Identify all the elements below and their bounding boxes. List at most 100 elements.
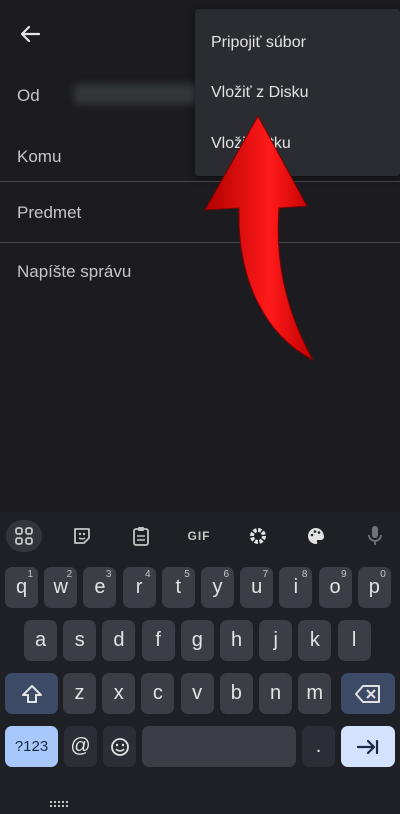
key-c-label: c [152, 682, 163, 704]
mic-icon [368, 526, 382, 545]
key-r-hint: 4 [145, 569, 151, 580]
key-f-label: f [155, 629, 161, 651]
period-key-label: . [315, 735, 322, 757]
to-label: Komu [17, 147, 62, 166]
key-w-hint: 2 [66, 569, 73, 580]
key-b-label: b [230, 682, 242, 704]
key-s[interactable]: s [63, 620, 97, 661]
subject-placeholder: Predmet [17, 203, 82, 222]
body-placeholder: Napíšte správu [17, 262, 132, 281]
period-key[interactable]: . [302, 726, 335, 767]
key-t-hint: 5 [184, 569, 190, 580]
key-d[interactable]: d [102, 620, 136, 661]
clipboard-icon [133, 527, 149, 546]
key-d-label: d [113, 629, 125, 651]
key-e-label: e [94, 576, 106, 598]
key-u-hint: 7 [262, 569, 269, 580]
keyboard-switch-icon[interactable] [49, 800, 69, 810]
key-i-label: i [293, 576, 299, 598]
gif-button[interactable]: GIF [182, 520, 216, 552]
key-m[interactable]: m [298, 673, 332, 714]
gear-icon [250, 528, 266, 544]
shift-icon [21, 684, 42, 703]
key-q[interactable]: q1 [5, 567, 38, 608]
key-a-label: a [34, 629, 47, 651]
palette-icon [308, 528, 324, 544]
key-v-label: v [192, 682, 203, 704]
keyboard-toolbar: GIF [0, 512, 400, 560]
key-p-hint: 0 [380, 569, 386, 580]
key-f[interactable]: f [141, 620, 175, 661]
key-x[interactable]: x [102, 673, 136, 714]
key-g[interactable]: g [180, 620, 214, 661]
key-e-hint: 3 [105, 569, 112, 580]
key-s-label: s [74, 629, 85, 651]
key-p-label: p [368, 576, 380, 598]
gif-label: GIF [187, 529, 211, 543]
key-m-label: m [306, 682, 324, 704]
at-key-label: @ [70, 735, 91, 757]
shift-key[interactable] [5, 673, 58, 714]
settings-button[interactable] [241, 520, 275, 552]
key-c[interactable]: c [141, 673, 175, 714]
space-key[interactable] [142, 726, 296, 767]
symbols-key[interactable]: ?123 [5, 726, 58, 767]
key-q-hint: 1 [27, 569, 33, 580]
sticker-icon [74, 528, 90, 544]
key-u-label: u [251, 576, 263, 598]
key-k-label: k [309, 629, 320, 651]
key-y-hint: 6 [223, 569, 229, 580]
key-i[interactable]: i8 [279, 567, 313, 608]
key-j-label: j [273, 629, 278, 651]
emoji-icon [110, 737, 129, 756]
menu-item-attach-file[interactable]: Pripojiť súbor [211, 34, 306, 52]
theme-button[interactable] [299, 520, 333, 552]
key-z[interactable]: z [63, 673, 96, 714]
key-n-label: n [269, 682, 282, 704]
key-h[interactable]: h [220, 620, 253, 661]
key-p[interactable]: p0 [357, 567, 391, 608]
key-w[interactable]: w2 [44, 567, 78, 608]
backspace-key[interactable] [341, 673, 395, 714]
key-b[interactable]: b [219, 673, 253, 714]
clipboard-button[interactable] [124, 520, 158, 552]
from-address-redacted[interactable] [74, 84, 204, 104]
key-n[interactable]: n [259, 673, 292, 714]
menu-item-insert-from-drive[interactable]: Vložiť z Disku [211, 84, 309, 102]
sticker-button[interactable] [65, 520, 99, 552]
key-i-hint: 8 [301, 569, 308, 580]
key-z-label: z [74, 682, 85, 704]
key-h-label: h [230, 629, 243, 651]
key-y[interactable]: y6 [201, 567, 234, 608]
red-arrow-annotation-icon [204, 114, 315, 362]
key-x-label: x [113, 682, 124, 704]
key-t-label: t [175, 576, 182, 598]
back-button[interactable] [14, 20, 46, 48]
key-o[interactable]: o9 [318, 567, 352, 608]
key-l-label: l [351, 629, 357, 651]
key-r-label: r [135, 576, 143, 598]
key-l[interactable]: l [337, 620, 371, 661]
apps-grid-button[interactable] [6, 520, 42, 552]
key-a[interactable]: a [24, 620, 57, 661]
from-label: Od [17, 86, 40, 105]
key-o-hint: 9 [341, 569, 347, 580]
enter-key[interactable] [341, 726, 395, 767]
key-j[interactable]: j [259, 620, 293, 661]
key-u[interactable]: u7 [240, 567, 274, 608]
emoji-key[interactable] [103, 726, 136, 767]
backspace-icon [355, 684, 380, 703]
tab-arrow-icon [356, 739, 379, 754]
key-t[interactable]: t5 [161, 567, 195, 608]
key-r[interactable]: r4 [122, 567, 156, 608]
voice-input-button[interactable] [358, 520, 392, 552]
key-v[interactable]: v [180, 673, 214, 714]
key-k[interactable]: k [298, 620, 332, 661]
apps-grid-icon [15, 527, 33, 545]
key-e[interactable]: e3 [83, 567, 117, 608]
symbols-key-label: ?123 [14, 738, 49, 755]
at-key[interactable]: @ [64, 726, 97, 767]
key-g-label: g [191, 629, 203, 651]
key-q-label: q [15, 576, 28, 598]
key-y-label: y [212, 576, 223, 598]
